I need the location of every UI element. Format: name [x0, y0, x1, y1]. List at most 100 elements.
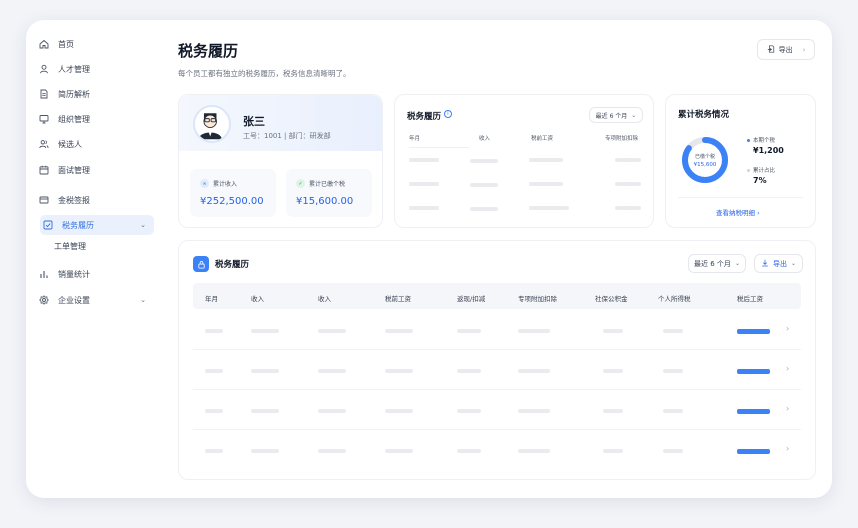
- history-filter-label: 最近 6 个月: [595, 112, 628, 120]
- app-window: 首页 人才管理 简历解析 组织管理 候选人 面试管理 金税签报 税务履历 ⌄ 工…: [26, 20, 832, 498]
- link-icon: ∞: [200, 179, 209, 188]
- chevron-right-icon: ›: [802, 45, 806, 54]
- legend-value: 7%: [753, 176, 767, 185]
- income-label: 累计收入: [213, 181, 238, 188]
- table-filter-select[interactable]: 最近 6 个月 ⌄: [688, 254, 746, 273]
- sidebar-item-tax-history[interactable]: 税务履历 ⌄: [40, 215, 154, 235]
- view-tax-details-link[interactable]: 查看纳税明细 ›: [716, 207, 760, 217]
- check-circle-icon: ✓: [296, 179, 305, 188]
- skeleton-cell: [385, 369, 413, 373]
- card-icon: [38, 194, 50, 206]
- avatar: [193, 105, 231, 143]
- legend-label: 累计占比: [753, 168, 776, 174]
- users-icon: [38, 138, 50, 150]
- skeleton-cell: [603, 409, 623, 413]
- legend-label: 本期个税: [753, 138, 776, 144]
- calendar-icon: [38, 164, 50, 176]
- skeleton-cell: [385, 449, 413, 453]
- col-month: 年月: [205, 295, 218, 303]
- skeleton-cell: [385, 329, 413, 333]
- chevron-down-icon: ⌄: [140, 296, 146, 304]
- history-col-income: 收入: [479, 136, 491, 142]
- skeleton-cell: [457, 329, 481, 333]
- sidebar-item-sales[interactable]: 销量统计: [36, 264, 154, 284]
- skeleton-cell: [318, 449, 346, 453]
- sidebar-item-label: 税务履历: [62, 220, 94, 230]
- table-filter-label: 最近 6 个月: [694, 259, 731, 268]
- skeleton-cell: [457, 449, 481, 453]
- employee-name: 张三: [243, 115, 265, 128]
- income-stat: ∞ 累计收入 ¥252,500.00: [190, 169, 276, 217]
- export-icon: [767, 44, 775, 55]
- skeleton-cell: [251, 409, 279, 413]
- sidebar-item-interview[interactable]: 面试管理: [36, 160, 154, 180]
- history-col-month: 年月: [409, 136, 421, 142]
- history-filter-select[interactable]: 最近 6 个月 ⌄: [589, 107, 643, 123]
- table-card-title: 税务履历: [215, 260, 250, 270]
- summary-card-title: 累计税务情况: [678, 110, 730, 120]
- export-button[interactable]: 导出 ›: [757, 39, 815, 60]
- tax-label: 累计已缴个税: [309, 181, 346, 188]
- legend-dot: [747, 169, 750, 172]
- history-col-pretax: 税前工资: [531, 136, 554, 142]
- donut-value: ¥15,600: [693, 161, 717, 168]
- skeleton-cell: [518, 369, 550, 373]
- donut-center: 已缴个税 ¥15,600: [680, 135, 730, 185]
- sidebar-item-label: 简历解析: [58, 89, 90, 99]
- sidebar-item-home[interactable]: 首页: [36, 34, 154, 54]
- col-after-tax: 税后工资: [737, 295, 763, 303]
- col-income: 收入: [251, 295, 264, 303]
- sidebar-item-work-orders[interactable]: 工单管理: [54, 241, 86, 252]
- chevron-down-icon: ⌄: [140, 221, 146, 229]
- skeleton-cell-after-tax: [737, 369, 770, 374]
- skeleton-cell: [251, 449, 279, 453]
- chevron-right-icon[interactable]: ›: [786, 324, 789, 333]
- sidebar-item-settings[interactable]: 企业设置 ⌄: [36, 290, 154, 310]
- sidebar-item-resume[interactable]: 简历解析: [36, 84, 154, 104]
- skeleton-cell: [663, 329, 683, 333]
- skeleton-cell: [385, 409, 413, 413]
- skeleton-cell: [518, 409, 550, 413]
- chevron-right-icon: ›: [757, 209, 760, 217]
- sidebar-item-org[interactable]: 组织管理: [36, 109, 154, 129]
- sidebar-item-talent[interactable]: 人才管理: [36, 59, 154, 79]
- skeleton-cell: [205, 449, 223, 453]
- chevron-down-icon: ⌄: [631, 111, 637, 119]
- sidebar-item-label: 面试管理: [58, 165, 90, 175]
- income-value: ¥252,500.00: [200, 196, 264, 207]
- table-export-button[interactable]: 导出 ⌄: [754, 254, 803, 273]
- page-title: 税务履历: [178, 42, 239, 60]
- document-icon: [38, 88, 50, 100]
- table-export-label: 导出: [772, 259, 787, 268]
- check-square-icon: [42, 219, 54, 231]
- chevron-right-icon[interactable]: ›: [786, 444, 789, 453]
- skeleton-cell: [603, 449, 623, 453]
- summary-card: 累计税务情况 已缴个税 ¥15,600 本期个税 ¥1,200 累计占比 7% …: [665, 94, 816, 228]
- skeleton-cell: [603, 329, 623, 333]
- skeleton-cell: [318, 329, 346, 333]
- sidebar-item-label: 候选人: [58, 139, 82, 149]
- col-income-2: 收入: [318, 295, 331, 303]
- gear-icon: [38, 294, 50, 306]
- history-card-title: 税务履历: [407, 112, 442, 122]
- skeleton-cell: [457, 369, 481, 373]
- col-pretax: 税前工资: [385, 295, 411, 303]
- chevron-down-icon: ⌄: [734, 260, 740, 267]
- chevron-right-icon[interactable]: ›: [786, 404, 789, 413]
- user-icon: [38, 63, 50, 75]
- skeleton-cell: [205, 369, 223, 373]
- skeleton-cell: [457, 409, 481, 413]
- download-icon: [761, 259, 769, 269]
- skeleton-cell-after-tax: [737, 329, 770, 334]
- lock-icon: [193, 256, 209, 272]
- skeleton-cell-after-tax: [737, 409, 770, 414]
- chevron-right-icon[interactable]: ›: [786, 364, 789, 373]
- sidebar: 首页 人才管理 简历解析 组织管理 候选人 面试管理 金税签报 税务履历 ⌄ 工…: [26, 20, 164, 498]
- sidebar-item-candidates[interactable]: 候选人: [36, 134, 154, 154]
- sidebar-item-tax-report[interactable]: 金税签报: [36, 190, 154, 210]
- monitor-icon: [38, 113, 50, 125]
- tax-stat: ✓ 累计已缴个税 ¥15,600.00: [286, 169, 372, 217]
- skeleton-cell: [251, 369, 279, 373]
- sidebar-item-label: 金税签报: [58, 195, 90, 205]
- sidebar-item-label: 销量统计: [58, 269, 90, 279]
